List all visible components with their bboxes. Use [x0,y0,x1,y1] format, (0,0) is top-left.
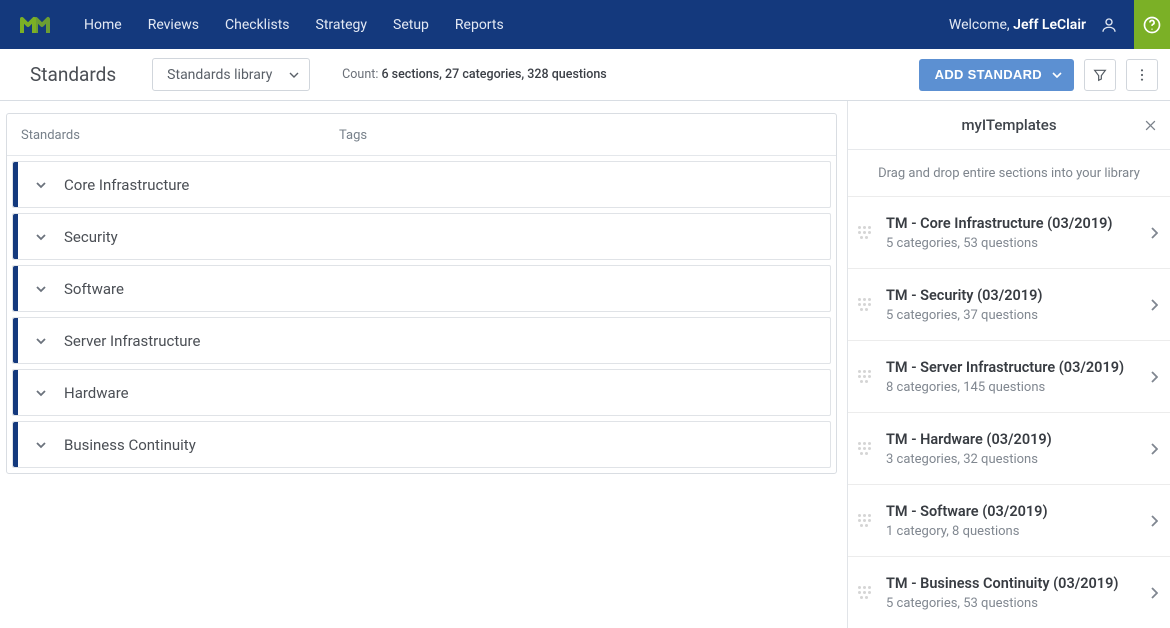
nav-reviews[interactable]: Reviews [148,17,199,33]
add-standard-button[interactable]: ADD STANDARD [919,59,1074,91]
sub-bar: Standards Standards library Count: 6 sec… [0,49,1170,101]
templates-panel-title: myITemplates [848,116,1170,134]
section-name: Business Continuity [64,436,196,454]
nav-setup[interactable]: Setup [393,17,429,33]
filter-icon [1092,67,1108,83]
section-row[interactable]: Hardware [12,369,831,416]
chevron-down-icon[interactable] [18,441,64,449]
nav-links: Home Reviews Checklists Strategy Setup R… [84,17,504,33]
drag-handle-icon[interactable] [856,226,872,239]
chevron-down-icon[interactable] [18,181,64,189]
templates-list[interactable]: TM - Core Infrastructure (03/2019) 5 cat… [848,197,1170,628]
column-tags: Tags [339,128,367,143]
chevron-right-icon[interactable] [1150,514,1158,528]
templates-panel: myITemplates Drag and drop entire sectio… [847,101,1170,628]
template-row[interactable]: TM - Business Continuity (03/2019) 5 cat… [848,557,1170,628]
chevron-down-icon[interactable] [18,337,64,345]
standards-header-row: Standards Tags [7,114,836,156]
count-summary: Count: 6 sections, 27 categories, 328 qu… [342,67,607,82]
more-menu-button[interactable] [1126,59,1158,91]
section-row[interactable]: Server Infrastructure [12,317,831,364]
close-icon [1143,118,1158,133]
section-name: Core Infrastructure [64,176,189,194]
chevron-down-icon[interactable] [18,389,64,397]
template-title: TM - Server Infrastructure (03/2019) [886,359,1150,376]
template-subtitle: 5 categories, 37 questions [886,308,1150,323]
nav-strategy[interactable]: Strategy [316,17,367,33]
section-row[interactable]: Software [12,265,831,312]
template-title: TM - Software (03/2019) [886,503,1150,520]
section-row[interactable]: Core Infrastructure [12,161,831,208]
column-standards: Standards [21,128,339,143]
nav-reports[interactable]: Reports [455,17,504,33]
help-button[interactable] [1134,0,1170,49]
chevron-down-icon[interactable] [18,285,64,293]
section-name: Hardware [64,384,129,402]
caret-down-icon [289,72,299,78]
chevron-right-icon[interactable] [1150,586,1158,600]
page-title: Standards [30,63,116,86]
chevron-down-icon[interactable] [18,233,64,241]
app-logo[interactable] [0,15,70,35]
chevron-right-icon[interactable] [1150,298,1158,312]
template-subtitle: 8 categories, 145 questions [886,380,1150,395]
drag-handle-icon[interactable] [856,370,872,383]
more-vertical-icon [1134,67,1150,83]
filter-button[interactable] [1084,59,1116,91]
template-subtitle: 3 categories, 32 questions [886,452,1150,467]
section-name: Software [64,280,124,298]
template-row[interactable]: TM - Server Infrastructure (03/2019) 8 c… [848,341,1170,413]
template-subtitle: 5 categories, 53 questions [886,236,1150,251]
close-panel-button[interactable] [1143,118,1158,133]
nav-checklists[interactable]: Checklists [225,17,290,33]
section-row[interactable]: Security [12,213,831,260]
section-name: Security [64,228,118,246]
nav-home[interactable]: Home [84,17,122,33]
section-name: Server Infrastructure [64,332,200,350]
template-title: TM - Core Infrastructure (03/2019) [886,215,1150,232]
chevron-right-icon[interactable] [1150,370,1158,384]
chevron-right-icon[interactable] [1150,226,1158,240]
template-title: TM - Hardware (03/2019) [886,431,1150,448]
user-icon[interactable] [1094,16,1124,34]
section-row[interactable]: Business Continuity [12,421,831,468]
drag-handle-icon[interactable] [856,442,872,455]
template-subtitle: 1 category, 8 questions [886,524,1150,539]
drag-handle-icon[interactable] [856,586,872,599]
template-subtitle: 5 categories, 53 questions [886,596,1150,611]
template-title: TM - Business Continuity (03/2019) [886,575,1150,592]
template-title: TM - Security (03/2019) [886,287,1150,304]
drag-handle-icon[interactable] [856,298,872,311]
standards-panel: Standards Tags Core Infrastructure Secur… [0,101,847,628]
standards-library-dropdown[interactable]: Standards library [152,58,310,91]
drag-handle-icon[interactable] [856,514,872,527]
caret-down-icon [1052,72,1062,78]
template-row[interactable]: TM - Software (03/2019) 1 category, 8 qu… [848,485,1170,557]
top-nav: Home Reviews Checklists Strategy Setup R… [0,0,1170,49]
template-row[interactable]: TM - Hardware (03/2019) 3 categories, 32… [848,413,1170,485]
welcome-text: Welcome, Jeff LeClair [949,17,1086,33]
template-row[interactable]: TM - Core Infrastructure (03/2019) 5 cat… [848,197,1170,269]
chevron-right-icon[interactable] [1150,442,1158,456]
templates-hint: Drag and drop entire sections into your … [848,150,1170,197]
template-row[interactable]: TM - Security (03/2019) 5 categories, 37… [848,269,1170,341]
